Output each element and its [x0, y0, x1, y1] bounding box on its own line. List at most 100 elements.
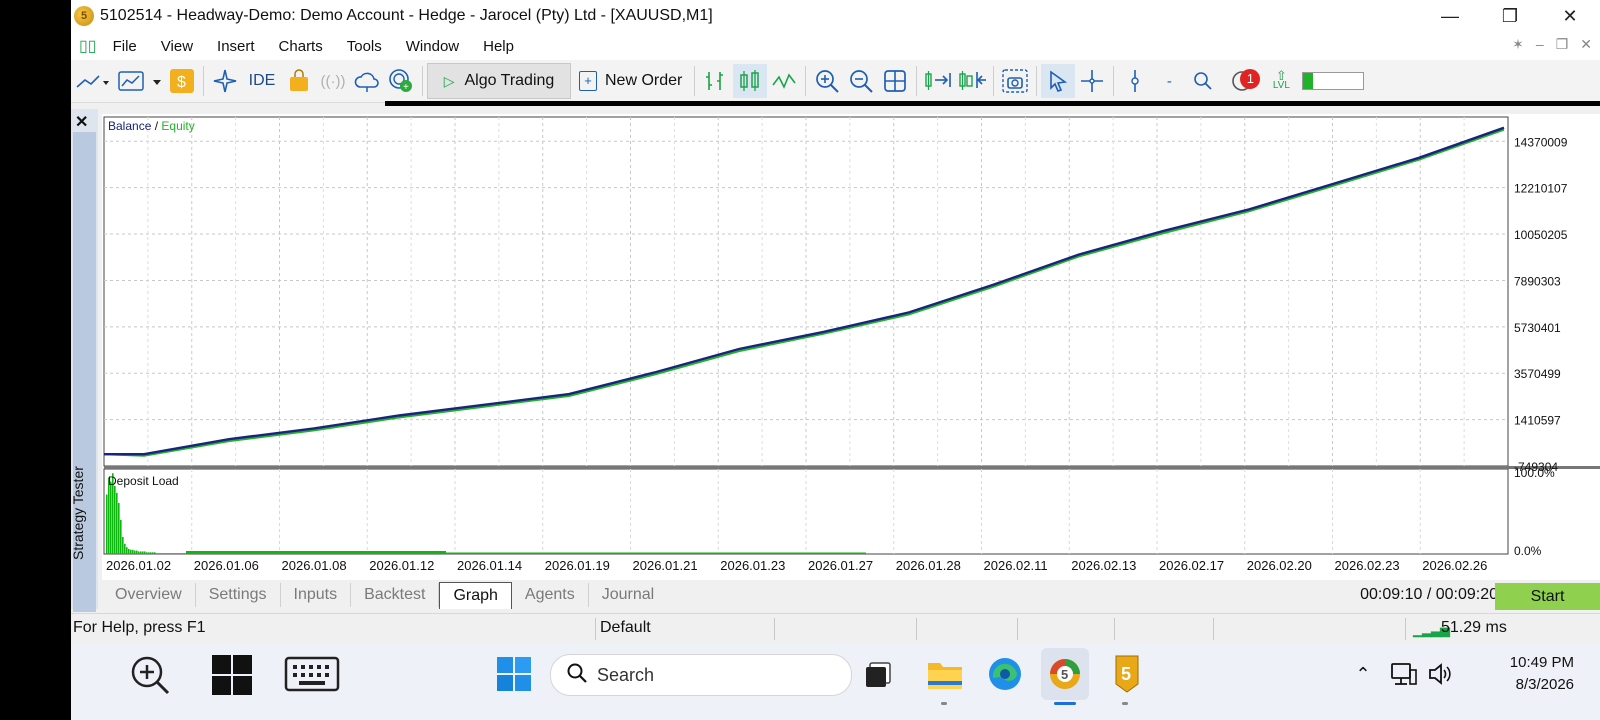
menu-window[interactable]: Window — [394, 38, 471, 55]
mdi-restore-icon[interactable]: ❐ — [1556, 36, 1569, 53]
svg-text:5: 5 — [1121, 664, 1131, 684]
legend-equity: Equity — [161, 119, 195, 133]
svg-text:5: 5 — [1061, 667, 1068, 682]
menu-view[interactable]: View — [149, 38, 205, 55]
status-separator — [1405, 618, 1406, 640]
ai-assistant-icon[interactable] — [208, 64, 242, 98]
shopping-bag-icon[interactable] — [282, 64, 316, 98]
toolbar-separator — [916, 66, 918, 96]
y-tick-label: 3570499 — [1514, 367, 1561, 381]
notifications-icon[interactable]: 1 — [1220, 64, 1264, 98]
metaeditor-icon[interactable]: 5 — [1107, 652, 1147, 696]
task-view-icon[interactable] — [209, 652, 255, 698]
windows-start-icon[interactable] — [496, 656, 532, 692]
close-tester-icon[interactable]: ✕ — [75, 112, 88, 132]
deposit-tick-label: 0.0% — [1514, 544, 1542, 558]
mdi-close-icon[interactable]: ✕ — [1580, 36, 1592, 53]
tab-backtest[interactable]: Backtest — [351, 583, 440, 607]
crosshair-icon[interactable] — [1075, 64, 1109, 98]
terminal-window: 5 5102514 - Headway-Demo: Demo Account -… — [71, 0, 1600, 720]
status-separator — [1114, 618, 1115, 640]
magnifier-icon[interactable] — [127, 652, 173, 698]
signal-icon[interactable]: ((·)) — [316, 64, 350, 98]
tile-windows-icon[interactable] — [878, 64, 912, 98]
line-chart-icon[interactable] — [767, 64, 801, 98]
zoom-in-icon[interactable] — [810, 64, 844, 98]
search-icon — [567, 663, 587, 688]
metatrader-taskbar-icon[interactable]: 5 — [1041, 648, 1089, 700]
tab-agents[interactable]: Agents — [512, 583, 589, 607]
balance-line — [104, 126, 1505, 456]
tab-journal[interactable]: Journal — [589, 583, 667, 607]
notification-badge: 1 — [1240, 69, 1261, 89]
pin-icon[interactable]: ✶ — [1512, 36, 1524, 53]
menu-charts[interactable]: Charts — [267, 38, 335, 55]
deposit-load-label: Deposit Load — [108, 474, 179, 488]
x-tick-label: 2026.02.13 — [1071, 558, 1136, 573]
deposit-load-bar — [166, 553, 168, 554]
metatrader-logo: 5 — [74, 6, 94, 26]
clock-time: 10:49 PM — [1509, 654, 1574, 671]
toolbar: $ IDE ((·)) + ▷ Algo Trading + New Order — [71, 60, 1600, 103]
deposit-load-bar — [158, 553, 160, 554]
chart-shift-icon[interactable] — [955, 64, 989, 98]
widget-app-icon[interactable] — [863, 658, 895, 690]
toolbar-separator — [422, 66, 423, 96]
x-tick-label: 2026.02.23 — [1335, 558, 1400, 573]
tab-graph[interactable]: Graph — [439, 581, 512, 609]
market-icon[interactable]: $ — [165, 64, 199, 98]
x-tick-label: 2026.01.14 — [457, 558, 522, 573]
tab-overview[interactable]: Overview — [102, 583, 196, 607]
file-explorer-icon[interactable] — [925, 654, 965, 694]
vertical-line-icon[interactable] — [1118, 64, 1152, 98]
cursor-icon[interactable] — [1041, 64, 1076, 98]
line-chart-dropdown-icon[interactable] — [71, 64, 115, 98]
window-title: 5102514 - Headway-Demo: Demo Account - H… — [100, 7, 713, 24]
screenshot-icon[interactable] — [998, 64, 1032, 98]
touch-keyboard-icon[interactable] — [283, 654, 341, 694]
deposit-load-bar — [150, 552, 152, 554]
candlestick-icon[interactable] — [733, 64, 768, 98]
mdi-minimize-icon[interactable]: – — [1536, 36, 1544, 53]
ide-button[interactable]: IDE — [242, 64, 282, 98]
system-clock[interactable]: 10:49 PM 8/3/2026 — [1510, 652, 1574, 696]
auto-scroll-icon[interactable] — [921, 64, 955, 98]
bar-chart-icon[interactable] — [699, 64, 733, 98]
zoom-out-icon[interactable] — [844, 64, 878, 98]
deposit-load-bar — [146, 552, 148, 554]
algo-trading-button[interactable]: ▷ Algo Trading — [427, 63, 571, 99]
search-icon[interactable] — [1186, 64, 1220, 98]
menu-tools[interactable]: Tools — [335, 38, 394, 55]
tab-settings[interactable]: Settings — [196, 583, 281, 607]
new-order-button[interactable]: + New Order — [571, 64, 690, 98]
deposit-load-bar — [180, 553, 182, 554]
indicators-dropdown-icon[interactable] — [115, 64, 165, 98]
menu-file[interactable]: File — [101, 38, 149, 55]
tab-inputs[interactable]: Inputs — [281, 583, 352, 607]
chevron-up-icon[interactable]: ⌃ — [1349, 660, 1377, 688]
menu-help[interactable]: Help — [471, 38, 526, 55]
x-tick-label: 2026.02.11 — [984, 558, 1048, 573]
edge-browser-icon[interactable] — [985, 654, 1025, 694]
minimize-button[interactable]: — — [1420, 0, 1480, 32]
restore-button[interactable]: ❐ — [1480, 0, 1540, 32]
start-button[interactable]: Start — [1495, 583, 1600, 610]
deposit-load-bar — [114, 486, 116, 554]
x-tick-label: 2026.02.17 — [1159, 558, 1224, 573]
cloud-icon[interactable] — [350, 64, 384, 98]
network-icon[interactable] — [1389, 658, 1419, 690]
mdi-controls: ✶ – ❐ ✕ — [1512, 36, 1592, 53]
horizontal-line-icon[interactable]: - — [1152, 64, 1186, 98]
menu-insert[interactable]: Insert — [205, 38, 267, 55]
progress-strip — [385, 101, 1600, 106]
level-icon[interactable]: ⇧ LVL — [1264, 64, 1298, 98]
balance-equity-chart: 14370009 12210107 10050205 7890303 5730401 35… — [103, 116, 1600, 573]
chart-icon[interactable]: ▯▯ — [71, 36, 101, 56]
taskbar-search-box[interactable]: Search — [550, 654, 852, 696]
deposit-load-bar — [110, 481, 112, 554]
equity-line — [103, 128, 1505, 457]
close-button[interactable]: ✕ — [1540, 0, 1600, 32]
deposit-load-bar — [174, 553, 176, 554]
volume-icon[interactable] — [1425, 658, 1455, 690]
vps-icon[interactable]: + — [384, 64, 418, 98]
